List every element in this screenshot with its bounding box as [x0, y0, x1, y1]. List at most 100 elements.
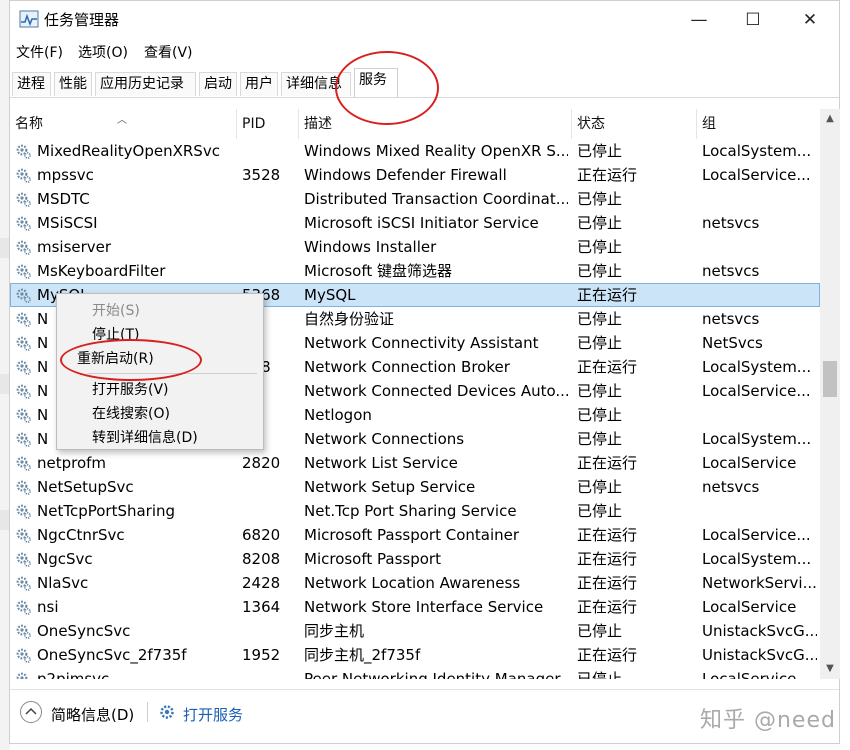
cell-description: 同步主机_2f735f: [304, 646, 421, 664]
cell-name: NetSetupSvc: [37, 478, 134, 496]
tab-performance[interactable]: 性能: [54, 72, 92, 96]
menu-item-stop[interactable]: 停止(T): [92, 324, 139, 344]
scroll-thumb[interactable]: [823, 361, 837, 397]
cell-status: 已停止: [577, 430, 623, 448]
cell-name: MSDTC: [37, 190, 90, 208]
cell-status: 已停止: [577, 670, 623, 679]
cell-status: 已停止: [577, 310, 623, 328]
tab-services[interactable]: 服务: [354, 68, 398, 97]
maximize-button[interactable]: ☐: [730, 7, 776, 33]
column-group[interactable]: 组: [697, 109, 820, 139]
column-pid[interactable]: PID: [237, 109, 299, 139]
cell-description: Network Store Interface Service: [304, 598, 544, 616]
cell-name: netprofm: [37, 454, 107, 472]
cell-status: 已停止: [577, 142, 623, 160]
cell-description: Network List Service: [304, 454, 458, 472]
table-row[interactable]: MSiSCSI Microsoft iSCSI Initiator Service…: [10, 211, 820, 235]
minimize-button[interactable]: —: [676, 7, 722, 33]
cell-name: MSiSCSI: [37, 214, 98, 232]
cell-pid: [242, 499, 297, 523]
cell-description: Distributed Transaction Coordinat...: [304, 190, 568, 208]
service-gear-icon: [15, 311, 32, 328]
cell-status: 已停止: [577, 190, 623, 208]
brief-info-link[interactable]: 简略信息(D): [51, 704, 134, 725]
title-bar[interactable]: 任务管理器 — ☐ ✕: [10, 1, 839, 39]
cell-pid: 2428: [242, 574, 281, 592]
table-row[interactable]: NgcCtnrSvc 6820 Microsoft Passport Contain…: [10, 523, 820, 547]
tab-details[interactable]: 详细信息: [281, 72, 351, 96]
cell-status: 正在运行: [577, 526, 638, 544]
cell-group: LocalService: [702, 598, 797, 616]
cell-description: Netlogon: [304, 406, 372, 424]
cell-pid: 8208: [242, 550, 281, 568]
cell-pid: 1952: [242, 646, 281, 664]
tab-processes[interactable]: 进程: [12, 72, 51, 96]
scroll-up-icon[interactable]: ▲: [820, 109, 840, 129]
menu-file[interactable]: 文件(F): [16, 42, 63, 62]
table-row[interactable]: MsKeyboardFilter Microsoft 键盘筛选器 已停止 netsvc…: [10, 259, 820, 283]
service-gear-icon: [15, 383, 32, 400]
vertical-scrollbar[interactable]: ▲ ▼: [820, 109, 840, 679]
table-row[interactable]: NgcSvc 8208 Microsoft Passport 正在运行 LocalSys…: [10, 547, 820, 571]
menu-view[interactable]: 查看(V): [144, 42, 193, 62]
menu-item-restart[interactable]: 重新启动(R): [77, 348, 154, 368]
cell-description: Microsoft iSCSI Initiator Service: [304, 214, 539, 232]
menu-options[interactable]: 选项(O): [78, 42, 128, 62]
table-row[interactable]: NetTcpPortSharing Net.Tcp Port Sharing Se…: [10, 499, 820, 523]
cell-description: Windows Installer: [304, 238, 437, 256]
table-row[interactable]: netprofm 2820 Network List Service 正在运行 Loca…: [10, 451, 820, 475]
context-menu: 开始(S) 停止(T) 重新启动(R) 打开服务(V) 在线搜索(O) 转到详细…: [56, 293, 264, 450]
table-row[interactable]: MixedRealityOpenXRSvc Windows Mixed Reali…: [10, 139, 820, 163]
cell-status: 已停止: [577, 334, 623, 352]
watermark-text: 知乎 @need: [700, 708, 836, 733]
column-description[interactable]: 描述: [299, 109, 572, 139]
table-row[interactable]: MSDTC Distributed Transaction Coordinat..…: [10, 187, 820, 211]
service-gear-icon: [15, 359, 32, 376]
cell-pid: [242, 139, 297, 163]
cell-group: netsvcs: [702, 262, 760, 280]
task-manager-icon: [19, 10, 39, 28]
services-gear-icon: [160, 705, 174, 719]
table-row[interactable]: OneSyncSvc 同步主机 已停止 UnistackSvcG...: [10, 619, 820, 643]
table-row[interactable]: OneSyncSvc_2f735f 1952 同步主机_2f735f 正在运行 Unis…: [10, 643, 820, 667]
cell-status: 正在运行: [577, 598, 638, 616]
cell-group: LocalService...: [702, 166, 811, 184]
cell-description: 自然身份验证: [304, 310, 395, 328]
service-gear-icon: [15, 215, 32, 232]
cell-name: NgcSvc: [37, 550, 93, 568]
service-gear-icon: [15, 407, 32, 424]
table-row[interactable]: nsi 1364 Network Store Interface Service 正在…: [10, 595, 820, 619]
tab-users[interactable]: 用户: [240, 72, 278, 96]
cell-pid: [242, 475, 297, 499]
collapse-button[interactable]: [20, 701, 42, 723]
table-row[interactable]: mpssvc 3528 Windows Defender Firewall 正在运行 L…: [10, 163, 820, 187]
table-row[interactable]: msiserver Windows Installer 已停止: [10, 235, 820, 259]
menu-item-open-services[interactable]: 打开服务(V): [92, 379, 169, 399]
cell-group: UnistackSvcG...: [702, 622, 817, 640]
service-gear-icon: [15, 527, 32, 544]
cell-group: [702, 403, 817, 427]
tab-startup[interactable]: 启动: [199, 72, 237, 96]
scroll-down-icon[interactable]: ▼: [820, 659, 840, 679]
table-row[interactable]: NlaSvc 2428 Network Location Awareness 正在运行…: [10, 571, 820, 595]
cell-status: 已停止: [577, 214, 623, 232]
table-row[interactable]: p2pimsvc Peer Networking Identity Manager…: [10, 667, 820, 679]
cell-status: 已停止: [577, 622, 623, 640]
cell-pid: 6820: [242, 526, 281, 544]
close-button[interactable]: ✕: [787, 7, 833, 33]
menu-item-search-online[interactable]: 在线搜索(O): [92, 403, 170, 423]
cell-status: 已停止: [577, 478, 623, 496]
open-services-link[interactable]: 打开服务: [183, 704, 243, 725]
tab-app-history[interactable]: 应用历史记录: [95, 72, 196, 96]
cell-description: 同步主机: [304, 622, 365, 640]
service-gear-icon: [15, 599, 32, 616]
menu-item-go-to-details[interactable]: 转到详细信息(D): [92, 427, 198, 447]
cell-group: [702, 499, 817, 523]
cell-group: netsvcs: [702, 214, 760, 232]
table-row[interactable]: NetSetupSvc Network Setup Service 已停止 netsv…: [10, 475, 820, 499]
cell-description: Network Connected Devices Auto...: [304, 382, 568, 400]
cell-pid: [242, 619, 297, 643]
cell-group: UnistackSvcG...: [702, 646, 817, 664]
column-status[interactable]: 状态: [572, 109, 697, 139]
cell-pid: 1364: [242, 598, 281, 616]
